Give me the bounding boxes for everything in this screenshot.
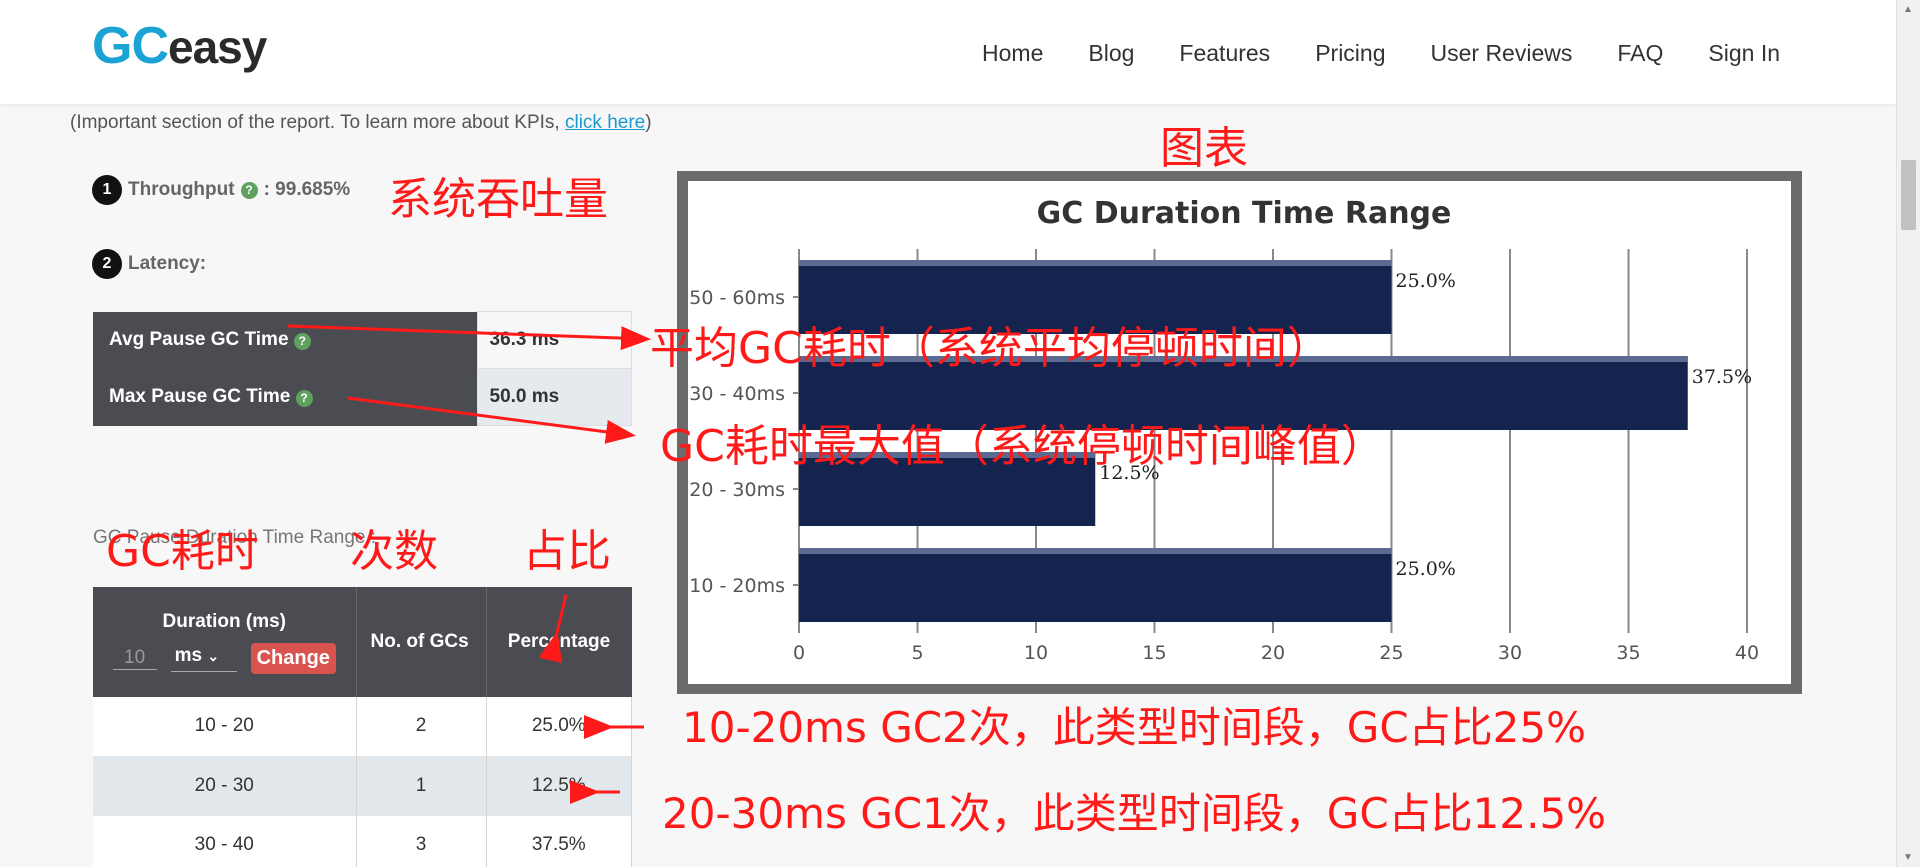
nav-blog[interactable]: Blog [1088,40,1134,67]
annotation-row2: 20-30ms GC1次，此类型时间段，GC占比12.5% [662,789,1607,838]
table-row: 30 - 40 3 37.5% [93,815,632,867]
y-category-label: 50 - 60ms [689,287,785,309]
bar-highlight [799,548,1392,554]
scroll-up-icon[interactable]: ▲ [1903,4,1913,15]
max-pause-value: 50.0 ms [476,368,632,426]
bar-highlight [799,260,1392,266]
chevron-down-icon: ⌄ [207,647,220,664]
y-category-label: 10 - 20ms [689,575,785,597]
latency-label: Latency: [128,253,207,274]
range-cell: 10 - 20 [93,697,357,757]
count-cell: 3 [356,815,487,867]
avg-pause-label-cell: Avg Pause GC Time ? [93,311,477,369]
nav-sign-in[interactable]: Sign In [1708,40,1780,67]
throughput-value: : 99.685% [263,179,351,200]
x-tick-label: 40 [1735,642,1759,664]
kpi-help-link[interactable]: click here [565,112,645,133]
logo-gc-text: GC [92,17,169,75]
duration-header: Duration (ms) ms ⌄ Change [93,587,357,697]
range-cell: 30 - 40 [93,815,357,867]
annotation-chart: 图表 [1160,123,1248,174]
logo-easy-text: easy [168,21,267,73]
kpi-number-badge: 2 [92,249,122,279]
avg-pause-label: Avg Pause GC Time [109,329,289,350]
annotation-throughput: 系统吞吐量 [388,174,608,225]
duration-step-input[interactable] [112,646,157,670]
table-row: Avg Pause GC Time ? 36.3 ms [93,311,632,369]
annotation-col-pct: 占比 [523,526,611,577]
y-category-label: 30 - 40ms [689,383,785,405]
help-icon[interactable]: ? [295,389,313,407]
table-header-row: Duration (ms) ms ⌄ Change No. of GCs Per… [93,587,632,697]
count-cell: 1 [356,756,487,816]
x-tick-label: 25 [1379,642,1403,664]
x-tick-label: 20 [1261,642,1285,664]
table-row: Max Pause GC Time ? 50.0 ms [93,368,632,426]
bar [799,548,1392,622]
duration-controls: ms ⌄ Change [93,642,356,674]
nav-features[interactable]: Features [1179,40,1270,67]
throughput-label: Throughput [128,179,235,200]
nav-faq[interactable]: FAQ [1617,40,1663,67]
data-label: 37.5% [1692,366,1752,388]
avg-pause-value: 36.3 ms [476,311,632,369]
table-row: 10 - 20 2 25.0% [93,697,632,757]
annotation-row1: 10-20ms GC2次，此类型时间段，GC占比25% [682,703,1587,752]
pct-cell: 37.5% [486,815,632,867]
kpi-number-badge: 1 [92,175,122,205]
data-label: 25.0% [1396,270,1456,292]
nav-pricing[interactable]: Pricing [1315,40,1385,67]
help-icon[interactable]: ? [293,332,311,350]
annotation-avg-pause: 平均GC耗时（系统平均停顿时间） [650,323,1331,374]
gceasy-logo[interactable]: GCeasy [92,16,267,76]
count-header: No. of GCs [356,587,487,697]
nav-user-reviews[interactable]: User Reviews [1431,40,1573,67]
percentage-header: Percentage [486,587,632,697]
unit-select-value: ms [174,644,203,666]
latency-table: Avg Pause GC Time ? 36.3 ms Max Pause GC… [93,311,632,426]
intro-suffix: ) [645,112,652,133]
y-category-label: 20 - 30ms [689,479,785,501]
intro-prefix: (Important section of the report. To lea… [70,112,565,133]
scroll-thumb[interactable] [1901,160,1916,230]
vertical-scrollbar[interactable]: ▲ ▼ [1896,0,1920,867]
pct-cell: 25.0% [486,697,632,757]
kpi-intro-text: (Important section of the report. To lea… [70,112,652,134]
top-navbar: GCeasy Home Blog Features Pricing User R… [0,0,1896,104]
scroll-down-icon[interactable]: ▼ [1903,852,1913,863]
unit-select[interactable]: ms ⌄ [170,644,237,672]
duration-header-label: Duration (ms) [162,610,287,632]
x-tick-label: 0 [793,642,805,664]
x-tick-label: 5 [911,642,923,664]
help-icon[interactable]: ? [240,181,258,199]
x-tick-label: 30 [1498,642,1522,664]
max-pause-label: Max Pause GC Time [109,386,291,407]
x-tick-label: 10 [1024,642,1048,664]
nav-home[interactable]: Home [982,40,1043,67]
x-tick-label: 35 [1616,642,1640,664]
annotation-max-pause: GC耗时最大值（系统停顿时间峰值） [660,421,1385,472]
chart-title: GC Duration Time Range [1037,196,1452,231]
throughput-kpi: 1 Throughput ? : 99.685% [92,175,350,205]
x-tick-label: 15 [1142,642,1166,664]
count-cell: 2 [356,697,487,757]
change-button[interactable]: Change [250,642,336,674]
latency-kpi: 2 Latency: [92,249,206,279]
range-cell: 20 - 30 [93,756,357,816]
data-label: 25.0% [1396,558,1456,580]
max-pause-label-cell: Max Pause GC Time ? [93,368,477,426]
table-row: 20 - 30 1 12.5% [93,756,632,816]
pct-cell: 12.5% [486,756,632,816]
main-nav: Home Blog Features Pricing User Reviews … [982,40,1780,67]
annotation-col-count: 次数 [350,526,438,577]
duration-range-table: Duration (ms) ms ⌄ Change No. of GCs Per… [93,587,632,867]
annotation-col-duration: GC耗时 [106,526,259,577]
